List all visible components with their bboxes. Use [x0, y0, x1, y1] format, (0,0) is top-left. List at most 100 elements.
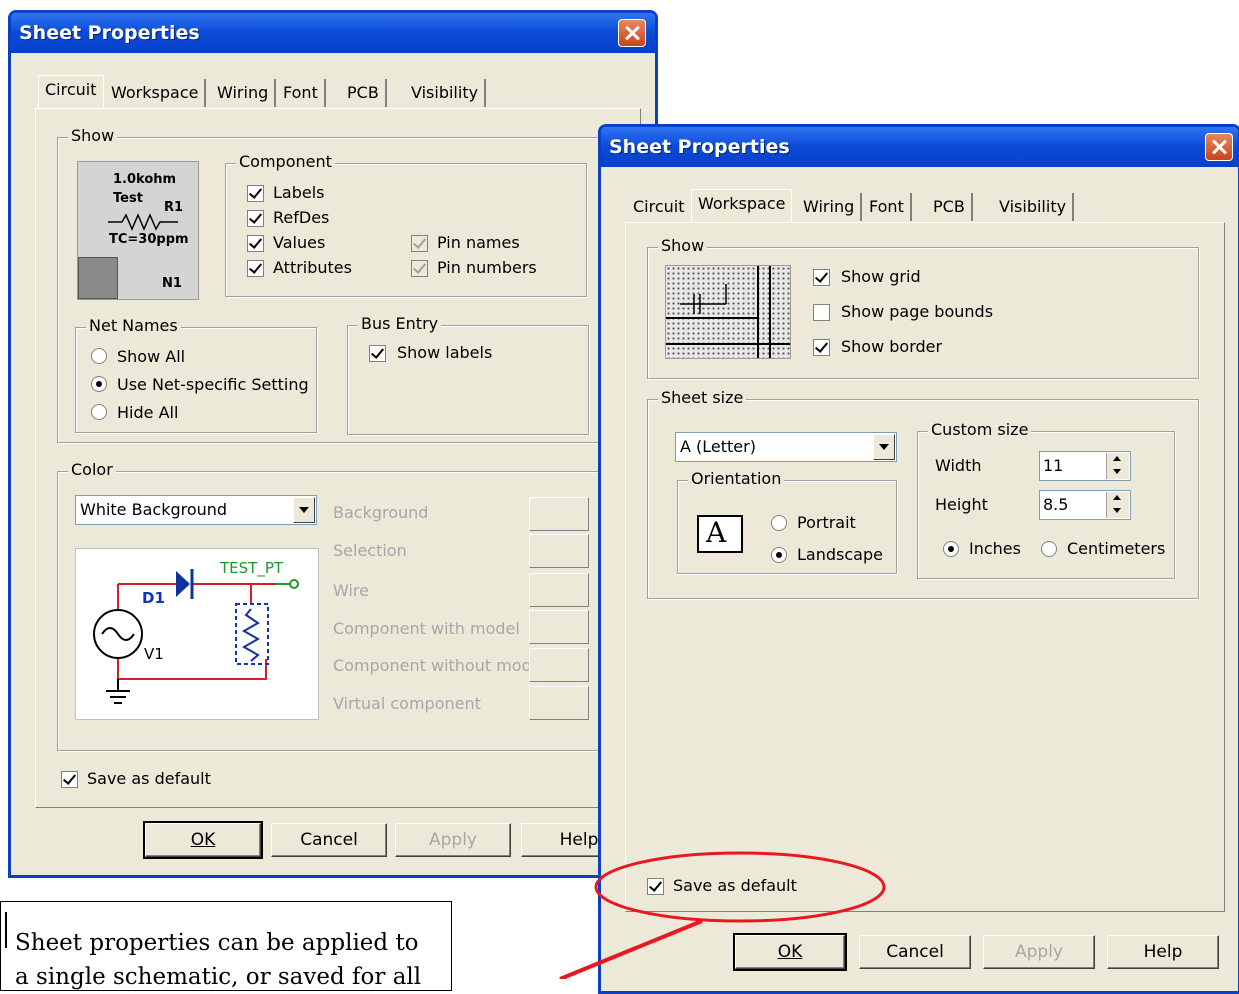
centimeters-label: Centimeters [1067, 539, 1166, 558]
landscape-radio[interactable] [771, 547, 787, 563]
preview-resistor-icon [108, 213, 178, 231]
left-tab-bar: Circuit Workspace Wiring Font PCB Visibi… [31, 75, 631, 109]
left-ok-button[interactable]: OK [143, 821, 263, 859]
portrait-label: Portrait [797, 513, 856, 532]
use-net-specific-label: Use Net-specific Setting [117, 375, 309, 394]
test-pt-label: TEST_PT [220, 559, 284, 577]
tab-font[interactable]: Font [283, 79, 326, 107]
right-help-label: Help [1143, 942, 1183, 962]
hide-all-radio[interactable] [91, 404, 107, 420]
color-scheme-dropdown[interactable]: White Background [75, 495, 317, 525]
left-cancel-button[interactable]: Cancel [271, 823, 387, 857]
values-checkbox[interactable] [247, 235, 264, 252]
right-save-default-checkbox[interactable] [647, 878, 664, 895]
bus-show-labels-label: Show labels [397, 343, 493, 362]
selection-color-label: Selection [333, 541, 407, 560]
right-dialog: Sheet Properties Circuit Workspace Wirin… [598, 124, 1239, 994]
tab-wiring[interactable]: Wiring [217, 79, 277, 107]
width-stepper[interactable]: 11 [1039, 451, 1131, 481]
pin-names-checkbox[interactable] [411, 235, 428, 252]
show-border-checkbox[interactable] [813, 339, 830, 356]
circuit-preview: TEST_PT D1 V1 [75, 548, 319, 720]
page-letter-icon: A [697, 515, 743, 553]
right-title-bar[interactable]: Sheet Properties [601, 127, 1238, 167]
callout-line-1: Sheet properties can be applied to [15, 930, 419, 956]
height-spin-arrows-icon[interactable] [1106, 492, 1129, 518]
page-letter-text: A [706, 516, 727, 549]
wire-color-swatch[interactable] [529, 573, 589, 607]
hide-all-label: Hide All [117, 403, 179, 422]
inches-radio[interactable] [943, 541, 959, 557]
right-apply-button[interactable]: Apply [983, 935, 1095, 969]
color-scheme-value: White Background [80, 500, 228, 519]
left-apply-button[interactable]: Apply [395, 823, 511, 857]
sheet-size-dropdown[interactable]: A (Letter) [675, 432, 897, 462]
right-dialog-title: Sheet Properties [609, 136, 790, 158]
use-net-specific-radio[interactable] [91, 376, 107, 392]
tab-circuit[interactable]: Circuit [38, 75, 104, 108]
right-tab-workspace[interactable]: Workspace [691, 189, 793, 222]
attributes-label: Attributes [273, 258, 352, 277]
component-with-model-swatch[interactable] [529, 610, 589, 644]
pin-numbers-label: Pin numbers [437, 258, 537, 277]
show-grid-checkbox[interactable] [813, 269, 830, 286]
right-tab-font[interactable]: Font [869, 193, 912, 221]
right-ok-label: OK [777, 942, 803, 962]
bus-show-labels-checkbox[interactable] [369, 345, 386, 362]
text-cursor [5, 912, 7, 948]
right-tab-bar: Circuit Workspace Wiring Font PCB Visibi… [625, 189, 1225, 223]
bus-entry-group: Bus Entry [347, 314, 589, 435]
virtual-component-swatch[interactable] [529, 686, 589, 720]
right-tab-pcb[interactable]: PCB [933, 193, 973, 221]
tab-visibility[interactable]: Visibility [411, 79, 487, 107]
background-color-swatch[interactable] [529, 497, 589, 531]
right-tab-wiring[interactable]: Wiring [803, 193, 863, 221]
attributes-checkbox[interactable] [247, 260, 264, 277]
sheet-size-group-title: Sheet size [658, 388, 747, 407]
left-title-bar[interactable]: Sheet Properties [11, 13, 655, 53]
inches-label: Inches [969, 539, 1021, 558]
left-apply-label: Apply [429, 830, 477, 850]
pin-numbers-checkbox[interactable] [411, 260, 428, 277]
d1-label: D1 [142, 589, 165, 607]
selection-color-swatch[interactable] [529, 534, 589, 568]
right-tab-circuit[interactable]: Circuit [633, 193, 693, 221]
left-cancel-label: Cancel [300, 830, 358, 850]
wire-color-label: Wire [333, 581, 369, 600]
labels-checkbox[interactable] [247, 185, 264, 202]
show-all-label: Show All [117, 347, 186, 366]
preview-value-text: 1.0kohm [113, 172, 177, 187]
show-border-label: Show border [841, 337, 943, 356]
right-show-group-title: Show [658, 236, 708, 255]
height-stepper[interactable]: 8.5 [1039, 490, 1131, 520]
right-help-button[interactable]: Help [1107, 935, 1219, 969]
component-without-model-label: Component without model [333, 656, 547, 675]
width-spin-arrows-icon[interactable] [1106, 453, 1129, 479]
sheet-size-chevron-down-icon[interactable] [873, 434, 895, 460]
show-page-bounds-checkbox[interactable] [813, 304, 830, 321]
right-tab-visibility[interactable]: Visibility [999, 193, 1075, 221]
refdes-label: RefDes [273, 208, 330, 227]
preview-net-text: N1 [162, 276, 182, 291]
values-label: Values [273, 233, 326, 252]
tab-workspace[interactable]: Workspace [111, 79, 207, 107]
component-with-model-label: Component with model [333, 619, 520, 638]
left-show-group-title: Show [68, 126, 118, 145]
right-ok-button[interactable]: OK [733, 933, 847, 971]
sheet-size-value: A (Letter) [680, 437, 756, 456]
pin-names-label: Pin names [437, 233, 520, 252]
component-without-model-swatch[interactable] [529, 648, 589, 682]
right-cancel-button[interactable]: Cancel [859, 935, 971, 969]
net-names-group-title: Net Names [86, 316, 181, 335]
left-close-icon[interactable] [618, 19, 646, 47]
refdes-checkbox[interactable] [247, 210, 264, 227]
portrait-radio[interactable] [771, 515, 787, 531]
tab-pcb[interactable]: PCB [347, 79, 387, 107]
chevron-down-icon[interactable] [293, 497, 315, 523]
left-save-default-checkbox[interactable] [61, 771, 78, 788]
centimeters-radio[interactable] [1041, 541, 1057, 557]
show-all-radio[interactable] [91, 348, 107, 364]
right-cancel-label: Cancel [886, 942, 944, 962]
left-ok-label: OK [190, 830, 216, 850]
right-close-icon[interactable] [1205, 133, 1233, 161]
